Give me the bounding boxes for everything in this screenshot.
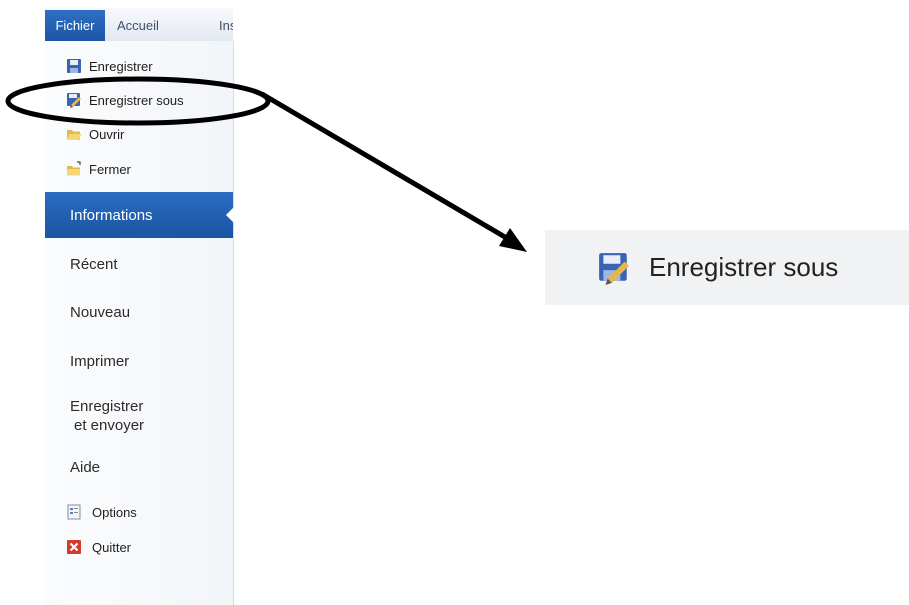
highlight-ellipse <box>5 76 271 126</box>
annotation-arrow-head <box>499 228 527 252</box>
annotation-arrow-line <box>260 91 512 243</box>
annotation-overlay <box>5 76 527 252</box>
